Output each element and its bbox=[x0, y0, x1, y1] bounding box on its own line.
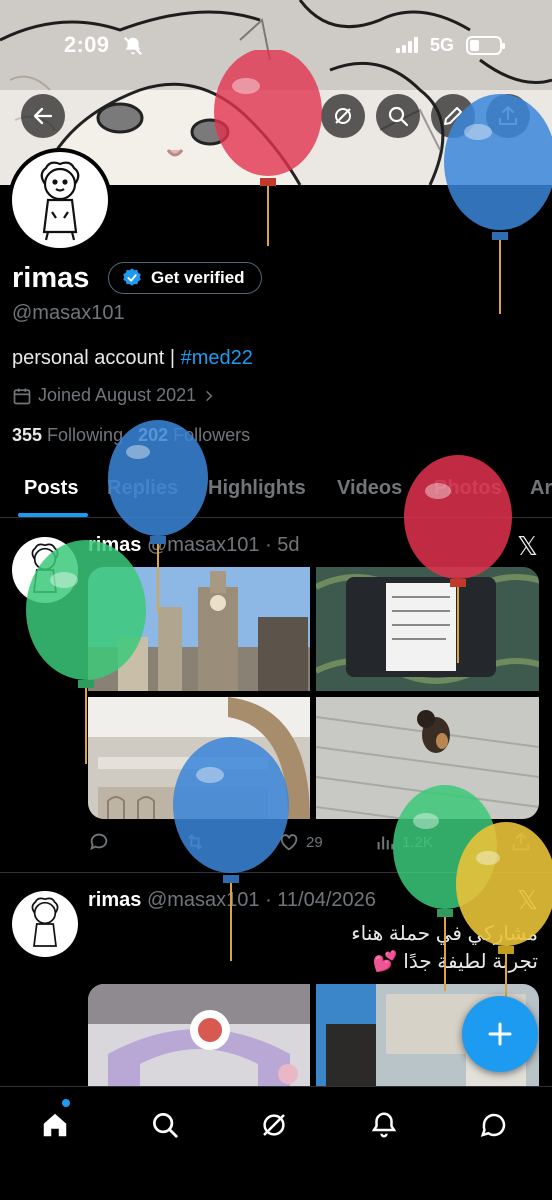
post-author-name[interactable]: rimas bbox=[88, 534, 141, 556]
plus-icon bbox=[488, 1022, 512, 1046]
flower-character-drawing bbox=[31, 543, 59, 593]
grok-icon bbox=[263, 1114, 285, 1136]
post-actions: 29 1.2K bbox=[88, 831, 538, 861]
status-bar: 2:09 5G bbox=[0, 0, 552, 90]
follow-stats: 355 Following 202 Followers bbox=[12, 425, 250, 446]
post-avatar[interactable] bbox=[12, 891, 78, 957]
active-tab-indicator bbox=[18, 513, 88, 517]
views-chart-icon bbox=[377, 836, 394, 850]
tab-posts[interactable]: Posts bbox=[24, 477, 78, 500]
profile-bio: personal account | #med22 bbox=[12, 347, 253, 370]
signal-icon bbox=[396, 37, 418, 53]
messages-icon bbox=[480, 1113, 506, 1137]
home-icon bbox=[43, 1113, 67, 1137]
x-logo-icon[interactable]: 𝕏 bbox=[517, 531, 538, 562]
arrow-left-icon bbox=[33, 107, 53, 125]
status-time: 2:09 bbox=[64, 32, 110, 57]
joined-label: Joined August 2021 bbox=[38, 385, 197, 405]
nav-home[interactable] bbox=[35, 1105, 75, 1145]
battery-icon bbox=[466, 36, 505, 55]
bottom-navigation bbox=[0, 1086, 552, 1200]
grok-button[interactable] bbox=[321, 94, 365, 138]
like-button[interactable]: 29 bbox=[278, 831, 323, 853]
bio-text: personal account | bbox=[12, 347, 181, 369]
x-logo-icon[interactable]: 𝕏 bbox=[517, 885, 538, 916]
profile-handle: @masax101 bbox=[12, 302, 125, 324]
event-arch-photo bbox=[88, 984, 310, 1094]
like-count: 29 bbox=[306, 833, 323, 851]
post-meta: @masax101 · 11/04/2026 bbox=[146, 889, 376, 911]
mosque-arches-photo bbox=[88, 697, 310, 819]
post-author-name[interactable]: rimas bbox=[88, 889, 141, 911]
display-name: rimas bbox=[12, 262, 90, 294]
followers-link[interactable]: 202 Followers bbox=[138, 425, 250, 445]
post-meta: @masax101 · 5d bbox=[146, 534, 300, 556]
media-photo-tablet[interactable] bbox=[316, 567, 539, 691]
flower-character-drawing bbox=[31, 897, 59, 947]
search-icon bbox=[153, 1113, 178, 1138]
views-button[interactable]: 1.2K bbox=[374, 831, 433, 853]
edit-button[interactable] bbox=[431, 94, 475, 138]
calendar-icon bbox=[13, 388, 31, 404]
post-avatar[interactable] bbox=[12, 537, 78, 603]
post-header: rimas @masax101 · 5d bbox=[88, 534, 300, 557]
following-count: 355 bbox=[12, 425, 43, 445]
followers-label: Followers bbox=[168, 425, 251, 445]
followers-count: 202 bbox=[138, 425, 169, 445]
reply-button[interactable] bbox=[88, 831, 110, 853]
post-item[interactable]: rimas @masax101 · 5d 𝕏 29 1.2K bbox=[0, 519, 552, 871]
repost-button[interactable] bbox=[184, 831, 206, 853]
tablet-on-carpet-photo bbox=[316, 567, 539, 691]
post-header: rimas @masax101 · 11/04/2026 bbox=[88, 889, 376, 912]
following-label: Following bbox=[42, 425, 124, 445]
media-photo-event-arch[interactable] bbox=[88, 984, 310, 1094]
media-photo-clock-tower[interactable] bbox=[88, 567, 310, 691]
joined-date[interactable]: Joined August 2021 bbox=[12, 385, 216, 406]
share-icon bbox=[512, 832, 530, 851]
nav-search[interactable] bbox=[145, 1105, 185, 1145]
tab-articles[interactable]: Ar bbox=[530, 477, 552, 500]
grok-icon bbox=[335, 108, 351, 124]
flower-character-drawing bbox=[40, 161, 80, 241]
search-icon bbox=[388, 106, 409, 127]
bell-muted-icon bbox=[124, 37, 142, 55]
reply-icon bbox=[90, 833, 108, 851]
verified-badge-icon bbox=[123, 268, 141, 286]
bio-hashtag-link[interactable]: #med22 bbox=[181, 347, 253, 369]
post-text-line1: مشاركي في حملة هناء bbox=[351, 923, 538, 945]
tab-highlights[interactable]: Highlights bbox=[208, 477, 306, 500]
compose-post-button[interactable] bbox=[462, 996, 538, 1072]
bell-icon bbox=[371, 1112, 397, 1138]
pencil-icon bbox=[444, 107, 462, 125]
get-verified-label: Get verified bbox=[151, 268, 245, 287]
cat-on-floor-photo bbox=[316, 697, 539, 819]
views-count: 1.2K bbox=[402, 833, 433, 851]
back-button[interactable] bbox=[21, 94, 65, 138]
media-photo-mosque-arches[interactable] bbox=[88, 697, 310, 819]
nav-notifications[interactable] bbox=[364, 1105, 404, 1145]
heart-icon bbox=[280, 834, 298, 851]
profile-avatar[interactable] bbox=[8, 148, 112, 252]
nav-messages[interactable] bbox=[474, 1105, 514, 1145]
network-type: 5G bbox=[430, 35, 455, 55]
search-button[interactable] bbox=[376, 94, 420, 138]
chevron-right-icon bbox=[206, 390, 213, 401]
avatar-image bbox=[12, 152, 108, 248]
tab-photos[interactable]: Photos bbox=[434, 477, 502, 500]
post-media-grid bbox=[88, 567, 539, 819]
get-verified-button[interactable]: Get verified bbox=[108, 262, 262, 294]
following-link[interactable]: 355 Following bbox=[12, 425, 123, 445]
share-icon bbox=[499, 105, 517, 125]
home-notification-dot bbox=[62, 1099, 70, 1107]
share-post-button[interactable] bbox=[510, 831, 532, 853]
clock-tower-photo bbox=[88, 567, 310, 691]
share-button[interactable] bbox=[486, 94, 530, 138]
nav-grok[interactable] bbox=[254, 1105, 294, 1145]
repost-icon bbox=[187, 834, 203, 850]
tab-videos[interactable]: Videos bbox=[337, 477, 402, 500]
post-text-line2: تجربة لطيفة جدًا 💕 bbox=[372, 951, 538, 973]
tab-replies[interactable]: Replies bbox=[107, 477, 178, 500]
profile-tabs: Posts Replies Highlights Videos Photos A… bbox=[0, 462, 552, 518]
media-photo-cat[interactable] bbox=[316, 697, 539, 819]
